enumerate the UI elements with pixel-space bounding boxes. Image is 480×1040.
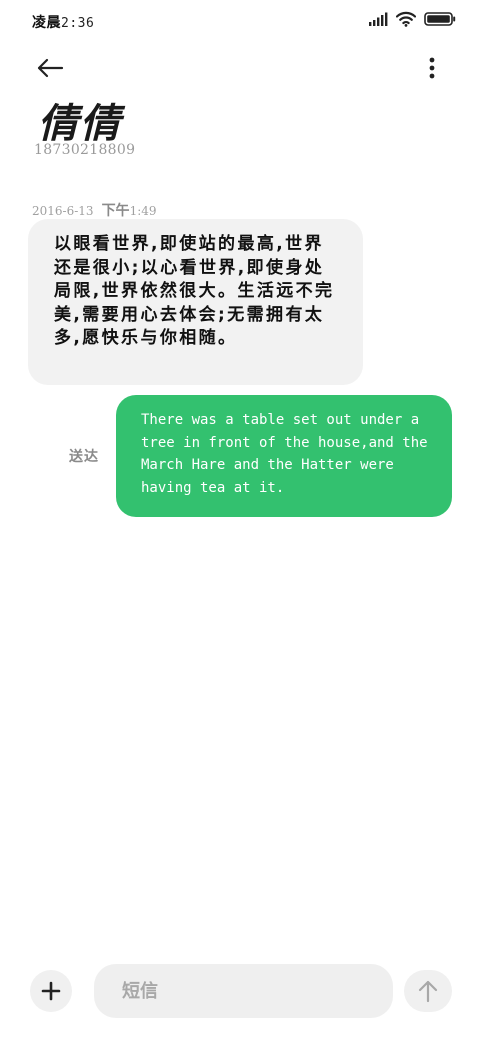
status-time-value: 2:36 xyxy=(61,16,95,31)
wifi-icon xyxy=(396,11,416,27)
arrow-left-icon xyxy=(37,58,64,78)
plus-icon xyxy=(41,981,61,1001)
arrow-up-icon xyxy=(418,980,438,1003)
status-bar: 凌晨2:36 xyxy=(0,0,480,44)
delivery-status: 送达 xyxy=(69,449,99,465)
status-icons xyxy=(368,11,456,27)
outgoing-message-bubble[interactable]: There was a table set out under a tree i… xyxy=(116,395,452,517)
more-vertical-icon xyxy=(429,57,435,79)
send-button[interactable] xyxy=(404,970,452,1012)
signal-icon xyxy=(369,12,388,26)
status-time-label: 凌晨 xyxy=(32,15,61,31)
timestamp-time: 1:49 xyxy=(129,204,157,218)
message-timestamp: 2016-6-13 下午1:49 xyxy=(32,200,157,220)
status-time: 凌晨2:36 xyxy=(32,12,94,32)
contact-name: 倩倩 xyxy=(38,101,122,147)
outgoing-message-text: There was a table set out under a tree i… xyxy=(141,412,428,496)
more-button[interactable] xyxy=(420,52,444,84)
message-input[interactable] xyxy=(94,964,393,1018)
timestamp-ampm: 下午 xyxy=(101,203,130,219)
contact-number[interactable]: 18730218809 xyxy=(34,142,135,158)
add-attachment-button[interactable] xyxy=(30,970,72,1012)
timestamp-date: 2016-6-13 xyxy=(32,204,94,218)
incoming-message-text: 以眼看世界,即使站的最高,世界还是很小;以心看世界,即使身处局限,世界依然很大。… xyxy=(54,234,335,348)
battery-icon xyxy=(424,12,456,26)
back-button[interactable] xyxy=(32,52,68,84)
incoming-message-bubble[interactable]: 以眼看世界,即使站的最高,世界还是很小;以心看世界,即使身处局限,世界依然很大。… xyxy=(28,219,363,385)
